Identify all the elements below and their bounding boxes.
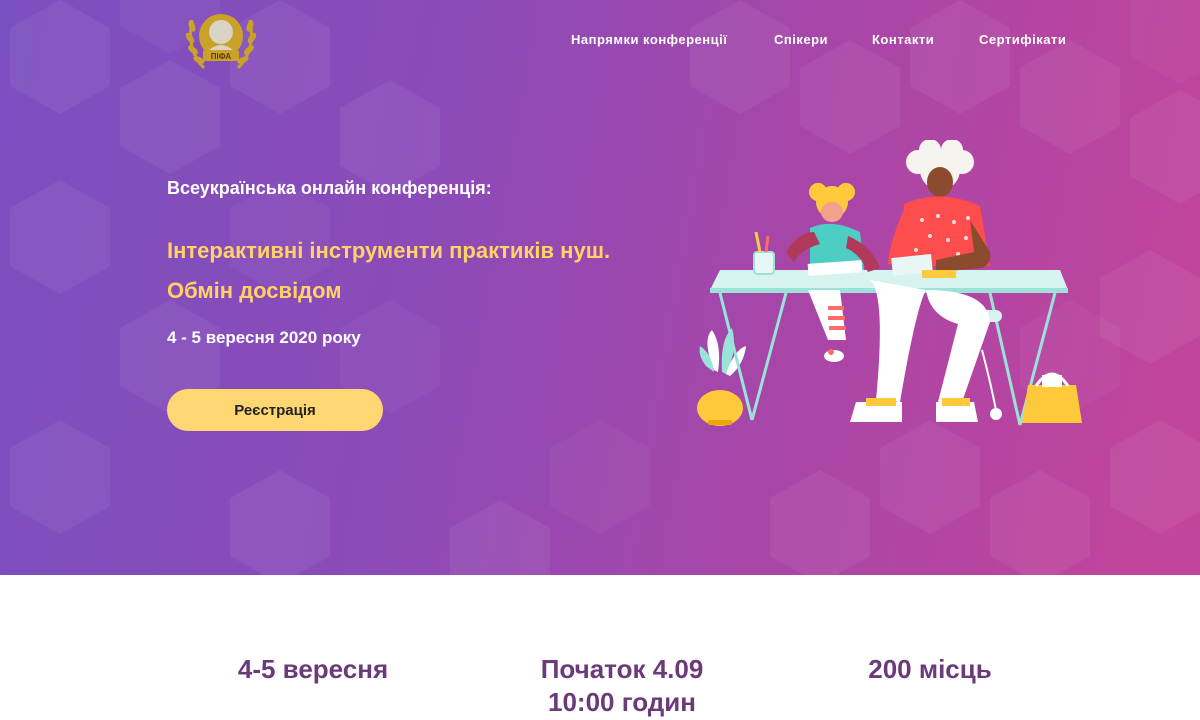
hero-section: ПІФА Напрямки конференції Спікери Контак…	[0, 0, 1200, 575]
stat-seats: 200 місць	[800, 653, 1060, 686]
stat-start-line1: Початок 4.09	[540, 654, 704, 684]
hero-subtitle: Всеукраїнська онлайн конференція:	[167, 178, 492, 198]
potted-plant-icon	[697, 328, 746, 426]
main-nav: Напрямки конференції Спікери Контакти Се…	[0, 32, 1200, 52]
pencil-cup-icon	[753, 231, 775, 275]
stat-dates: 4-5 вересня	[183, 653, 443, 686]
nav-item-certificates[interactable]: Сертифікати	[979, 32, 1066, 47]
hero-title-line2: Обмін досвідом	[167, 278, 342, 303]
stat-start-line2: 10:00 годин	[548, 687, 696, 717]
hero-date: 4 - 5 вересня 2020 року	[167, 328, 361, 347]
nav-item-directions[interactable]: Напрямки конференції	[571, 32, 727, 47]
logo-text: ПІФА	[211, 52, 232, 61]
stat-dates-line1: 4-5 вересня	[237, 654, 389, 684]
stat-start: Початок 4.09 10:00 годин	[492, 653, 752, 719]
teacher-and-student-at-desk-illustration	[697, 140, 1082, 426]
hero-title: Інтерактивні інструменти практиків нуш. …	[167, 231, 687, 311]
register-button[interactable]: Реєстрація	[167, 389, 383, 431]
hero-title-line1: Інтерактивні інструменти практиків нуш.	[167, 238, 611, 263]
nav-item-contacts[interactable]: Контакти	[872, 32, 934, 47]
stats-section: 4-5 вересня Початок 4.09 10:00 годин 200…	[0, 575, 1200, 720]
stat-seats-line1: 200 місць	[868, 654, 992, 684]
nav-item-speakers[interactable]: Спікери	[774, 32, 828, 47]
